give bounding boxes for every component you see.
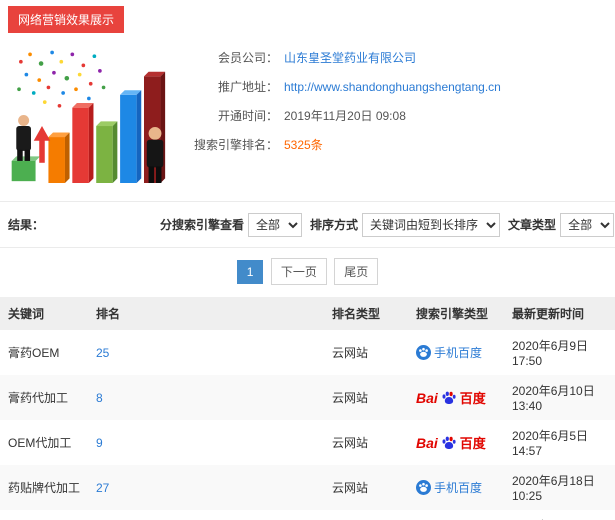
baidu-logo: Bai 百度 bbox=[416, 388, 486, 407]
rank-cell: 27 bbox=[88, 465, 324, 510]
mobile-baidu-label: 手机百度 bbox=[434, 481, 483, 495]
sort-mode-select[interactable]: 关键词由短到长排序 bbox=[362, 212, 501, 237]
page-container: 网络营销效果展示 会员公司： 山东皇圣堂药业有限公司 推广地址： http://… bbox=[0, 0, 615, 520]
rank-link[interactable]: 27 bbox=[96, 481, 109, 495]
table-row: 药贴牌代加工 27 云网站 手机百度 2020年6月18日 10:25 bbox=[0, 465, 615, 510]
rank-type-cell: 云网站 bbox=[332, 391, 369, 405]
baidu-paw-icon bbox=[442, 436, 456, 449]
table-row: 膏药OEM 25 云网站 手机百度 2020年6月9日 17:50 bbox=[0, 330, 615, 375]
rank-cell: 9 bbox=[88, 420, 324, 465]
header-keyword: 关键词 bbox=[0, 297, 88, 330]
info-row-rank-count: 搜索引擎排名： 5325条 bbox=[178, 136, 607, 154]
updated-cell: 2020年6月11日 11:18 bbox=[504, 510, 615, 520]
bar-blue bbox=[120, 90, 142, 183]
header-rank-type: 排名类型 bbox=[324, 297, 408, 330]
businessman-left bbox=[11, 115, 41, 182]
company-label: 会员公司： bbox=[217, 51, 278, 65]
rank-cell: 8 bbox=[88, 375, 324, 420]
rank-type-cell: 云网站 bbox=[332, 346, 369, 360]
rank-count-value: 5325条 bbox=[284, 138, 323, 152]
keyword-cell: OEM代加工 bbox=[8, 436, 72, 450]
baidu-latin-label: Bai bbox=[416, 389, 438, 406]
header-engine-type: 搜索引擎类型 bbox=[408, 297, 504, 330]
table-row: 北京膏药贴牌1云网站Bai百度2020年6月11日 11:18 bbox=[0, 510, 615, 520]
top-section: 会员公司： 山东皇圣堂药业有限公司 推广地址： http://www.shand… bbox=[0, 33, 615, 202]
engine-type-cell: 手机百度 bbox=[408, 330, 504, 375]
rank-type-cell: 云网站 bbox=[332, 481, 369, 495]
info-row-company: 会员公司： 山东皇圣堂药业有限公司 bbox=[178, 49, 607, 67]
engine-type-cell: Bai 百度 bbox=[408, 375, 504, 420]
mobile-baidu-brand: 手机百度 bbox=[416, 344, 482, 361]
rank-link[interactable]: 8 bbox=[96, 391, 103, 405]
updated-cell: 2020年6月5日 14:57 bbox=[512, 429, 589, 458]
rank-link[interactable]: 9 bbox=[96, 436, 103, 450]
engine-filter-select[interactable]: 全部 bbox=[248, 212, 303, 237]
baidu-logo: Bai 百度 bbox=[416, 433, 486, 452]
table-header: 关键词 排名 排名类型 搜索引擎类型 最新更新时间 bbox=[0, 297, 615, 330]
baidu-cn-label: 百度 bbox=[459, 391, 486, 406]
mobile-baidu-icon bbox=[416, 480, 431, 495]
member-info-list: 会员公司： 山东皇圣堂药业有限公司 推广地址： http://www.shand… bbox=[178, 39, 607, 191]
promo-url-label: 推广地址： bbox=[217, 80, 278, 94]
bar-red bbox=[72, 103, 94, 183]
updated-cell: 2020年6月9日 17:50 bbox=[512, 339, 589, 368]
baidu-paw-icon bbox=[442, 391, 456, 404]
bar-green bbox=[96, 121, 118, 183]
page-title-tab: 网络营销效果展示 bbox=[8, 6, 125, 33]
mobile-baidu-brand: 手机百度 bbox=[416, 479, 482, 496]
keyword-cell: 药贴牌代加工 bbox=[8, 481, 81, 495]
table-row: 膏药代加工 8 云网站 Bai 百度 2020年6月10日 13:40 bbox=[0, 375, 615, 420]
engine-type-cell: Bai 百度 bbox=[408, 420, 504, 465]
info-row-open-time: 开通时间： 2019年11月20日 09:08 bbox=[178, 107, 607, 125]
confetti-dots bbox=[17, 50, 106, 108]
sort-mode-label: 排序方式 bbox=[310, 218, 359, 232]
mobile-baidu-icon bbox=[416, 345, 431, 360]
keyword-cell: 膏药OEM bbox=[8, 346, 60, 360]
rank-type-cell: 云网站 bbox=[324, 510, 408, 520]
updated-cell: 2020年6月18日 10:25 bbox=[512, 474, 595, 503]
open-time-label: 开通时间： bbox=[217, 109, 278, 123]
result-label: 结果： bbox=[8, 218, 45, 232]
page-1-button[interactable]: 1 bbox=[236, 260, 264, 284]
mobile-baidu-label: 手机百度 bbox=[434, 346, 483, 360]
article-type-select[interactable]: 全部 bbox=[560, 212, 615, 237]
open-time-value: 2019年11月20日 09:08 bbox=[284, 109, 406, 123]
rank-cell: 25 bbox=[88, 330, 324, 375]
header-rank: 排名 bbox=[88, 297, 324, 330]
rank-type-cell: 云网站 bbox=[332, 436, 369, 450]
table-body: 膏药OEM 25 云网站 手机百度 2020年6月9日 17:50 膏药代加工 8 云网站 Ba… bbox=[0, 330, 615, 520]
rank-link[interactable]: 25 bbox=[96, 346, 109, 360]
article-type-label: 文章类型 bbox=[508, 218, 557, 232]
rank-count-label: 搜索引擎排名： bbox=[193, 138, 278, 152]
engine-type-cell: 手机百度 bbox=[408, 465, 504, 510]
header-updated: 最新更新时间 bbox=[504, 297, 615, 330]
filter-controls: 分搜索引擎查看 全部 排序方式 关键词由短到长排序 文章类型 全部 提交 bbox=[152, 211, 615, 238]
rank-cell: 1 bbox=[88, 510, 324, 520]
table-row: OEM代加工 9 云网站 Bai 百度 2020年6月5日 14:57 bbox=[0, 420, 615, 465]
next-page-button[interactable]: 下一页 bbox=[270, 258, 327, 285]
keyword-cell: 膏药代加工 bbox=[8, 391, 69, 405]
info-row-url: 推广地址： http://www.shandonghuangshengtang.… bbox=[178, 78, 607, 96]
baidu-cn-label: 百度 bbox=[459, 436, 486, 451]
company-name-link[interactable]: 山东皇圣堂药业有限公司 bbox=[284, 49, 416, 67]
pagination: 1 下一页 尾页 bbox=[0, 248, 615, 297]
marketing-chart-image bbox=[11, 50, 166, 183]
last-page-button[interactable]: 尾页 bbox=[334, 258, 379, 285]
engine-filter-label: 分搜索引擎查看 bbox=[160, 218, 245, 232]
promo-url-link[interactable]: http://www.shandonghuangshengtang.cn bbox=[284, 78, 501, 96]
filter-bar: 结果： 分搜索引擎查看 全部 排序方式 关键词由短到长排序 文章类型 全部 提交 bbox=[0, 202, 615, 248]
bar-orange bbox=[48, 132, 70, 183]
baidu-latin-label: Bai bbox=[416, 434, 438, 451]
keyword-cell: 北京膏药贴牌 bbox=[0, 510, 88, 520]
engine-type-cell: Bai百度 bbox=[408, 510, 504, 520]
results-table: 关键词 排名 排名类型 搜索引擎类型 最新更新时间 膏药OEM 25 云网站 手机百度… bbox=[0, 297, 615, 520]
updated-cell: 2020年6月10日 13:40 bbox=[512, 384, 595, 413]
